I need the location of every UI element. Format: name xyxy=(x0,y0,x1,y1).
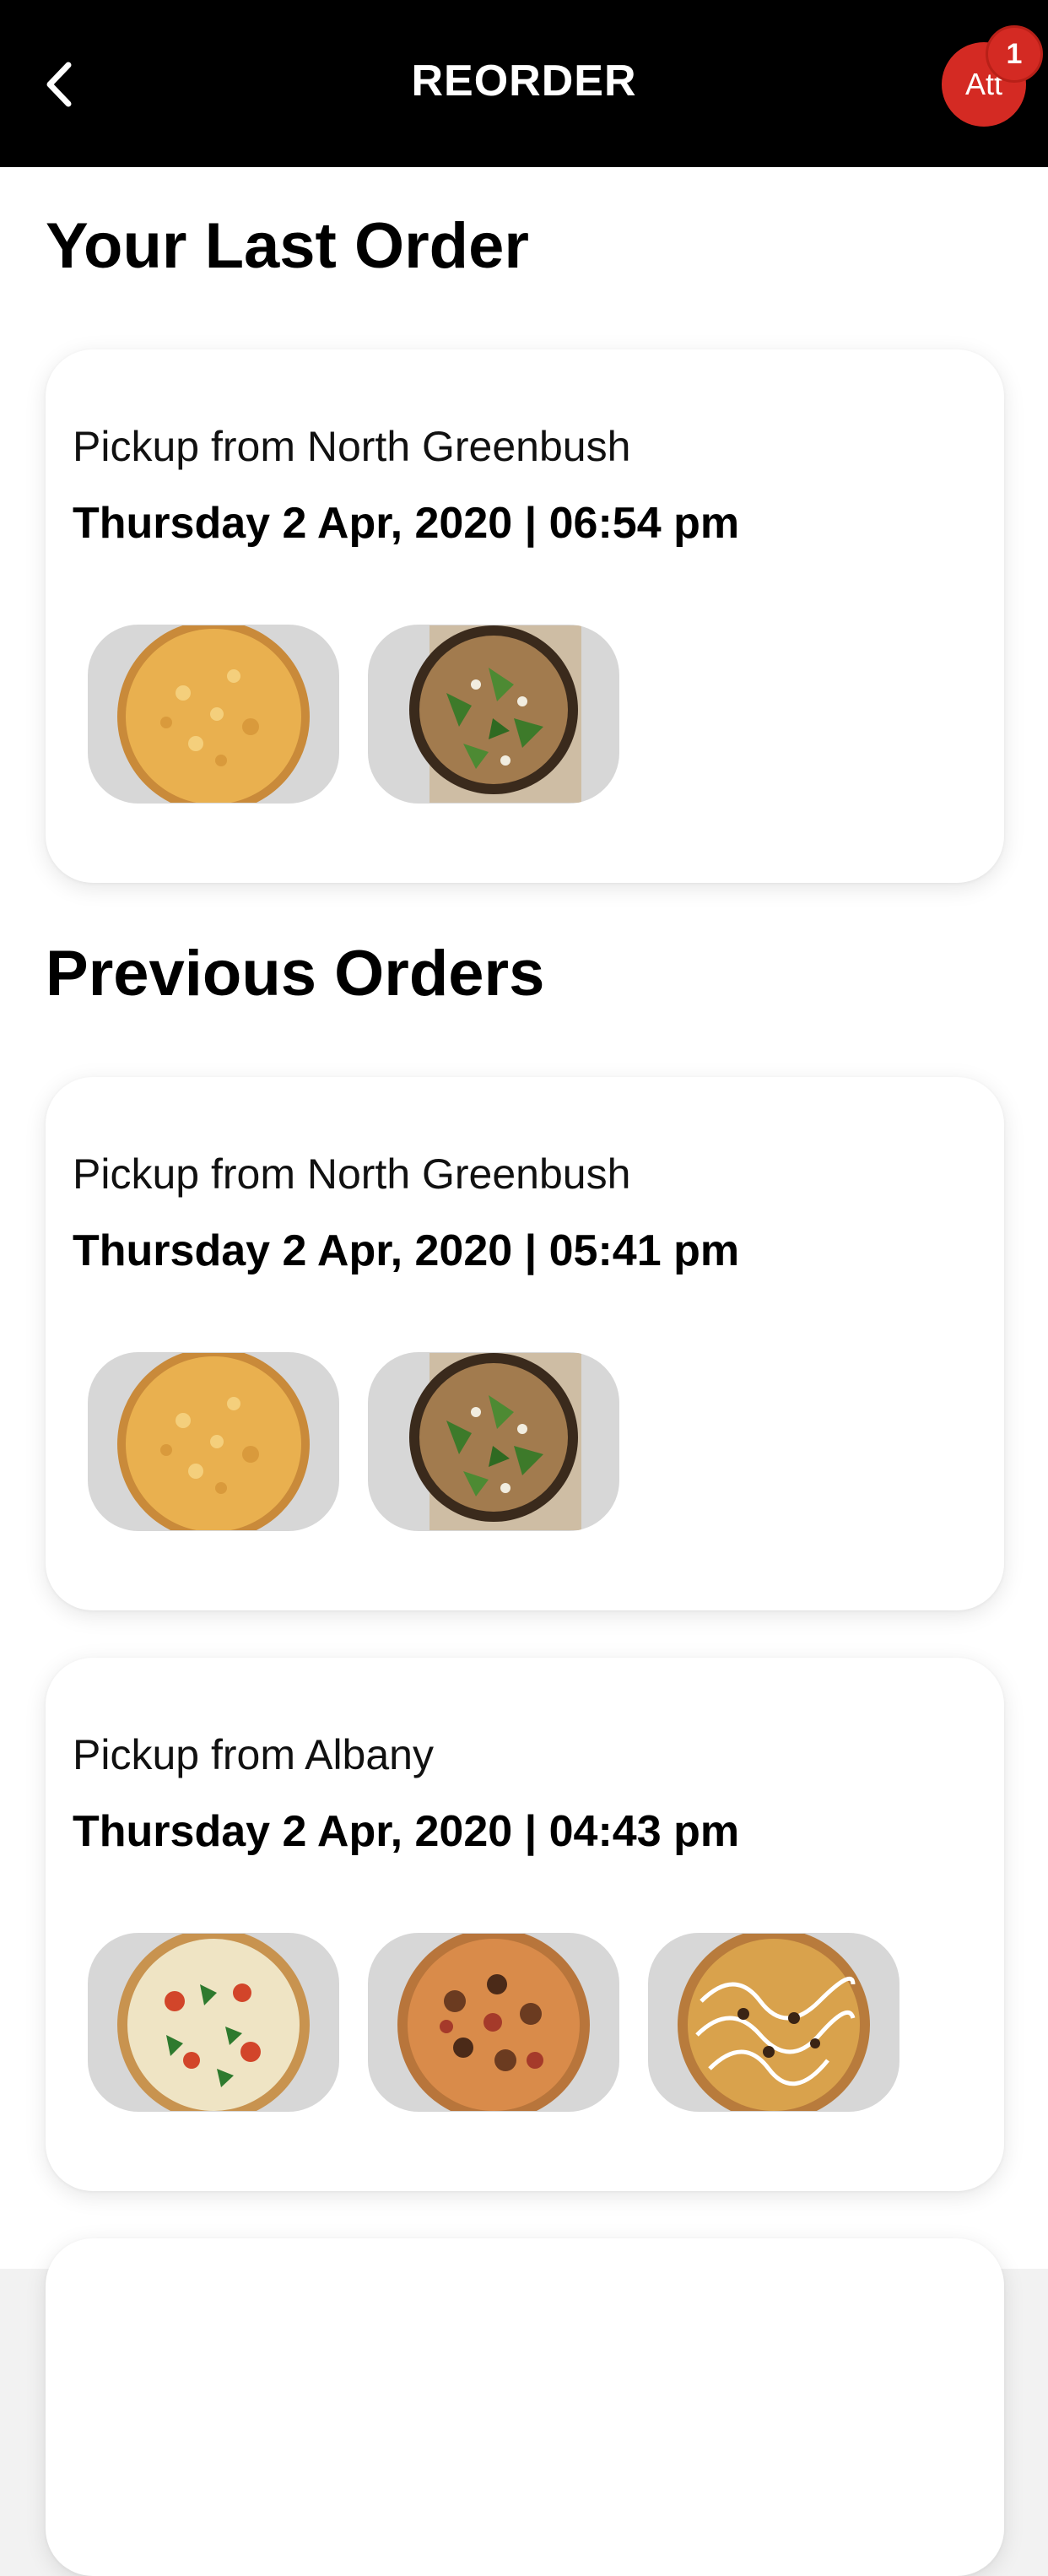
order-item-thumbnail[interactable] xyxy=(368,1352,619,1531)
reorder-content: Your Last Order Pickup from North Greenb… xyxy=(0,167,1048,2576)
previous-orders-heading: Previous Orders xyxy=(46,938,545,1009)
order-item-thumbnail[interactable] xyxy=(648,1933,899,2112)
previous-order-card[interactable] xyxy=(46,2238,1004,2576)
arugula-pizza-icon xyxy=(409,625,581,803)
previous-order-card[interactable]: Pickup from North Greenbush Thursday 2 A… xyxy=(46,1077,1004,1610)
order-item-thumbnail[interactable] xyxy=(368,1933,619,2112)
cart-count-badge: 1 xyxy=(986,25,1043,83)
order-datetime: Thursday 2 Apr, 2020 | 05:41 pm xyxy=(73,1226,740,1275)
order-item-thumbnail[interactable] xyxy=(368,625,619,804)
drizzle-pizza-icon xyxy=(678,1934,870,2111)
order-items xyxy=(88,625,619,804)
arugula-pizza-icon xyxy=(409,1353,581,1530)
order-location: Pickup from North Greenbush xyxy=(73,1150,631,1198)
order-items xyxy=(88,1933,899,2112)
order-item-thumbnail[interactable] xyxy=(88,625,339,804)
margherita-pizza-icon xyxy=(117,1934,310,2111)
cheese-pizza-icon xyxy=(117,625,310,803)
order-item-thumbnail[interactable] xyxy=(88,1933,339,2112)
previous-order-card[interactable]: Pickup from Albany Thursday 2 Apr, 2020 … xyxy=(46,1658,1004,2191)
meat-pizza-icon xyxy=(397,1934,590,2111)
order-items xyxy=(88,1352,619,1531)
order-datetime: Thursday 2 Apr, 2020 | 06:54 pm xyxy=(73,499,740,548)
order-location: Pickup from Albany xyxy=(73,1731,434,1778)
page-title: REORDER xyxy=(411,57,637,106)
order-location: Pickup from North Greenbush xyxy=(73,423,631,470)
last-order-card[interactable]: Pickup from North Greenbush Thursday 2 A… xyxy=(46,349,1004,883)
cheese-pizza-icon xyxy=(117,1353,310,1530)
top-app-bar: REORDER Att 1 xyxy=(0,0,1048,167)
order-item-thumbnail[interactable] xyxy=(88,1352,339,1531)
order-datetime: Thursday 2 Apr, 2020 | 04:43 pm xyxy=(73,1807,740,1856)
last-order-heading: Your Last Order xyxy=(46,210,529,282)
